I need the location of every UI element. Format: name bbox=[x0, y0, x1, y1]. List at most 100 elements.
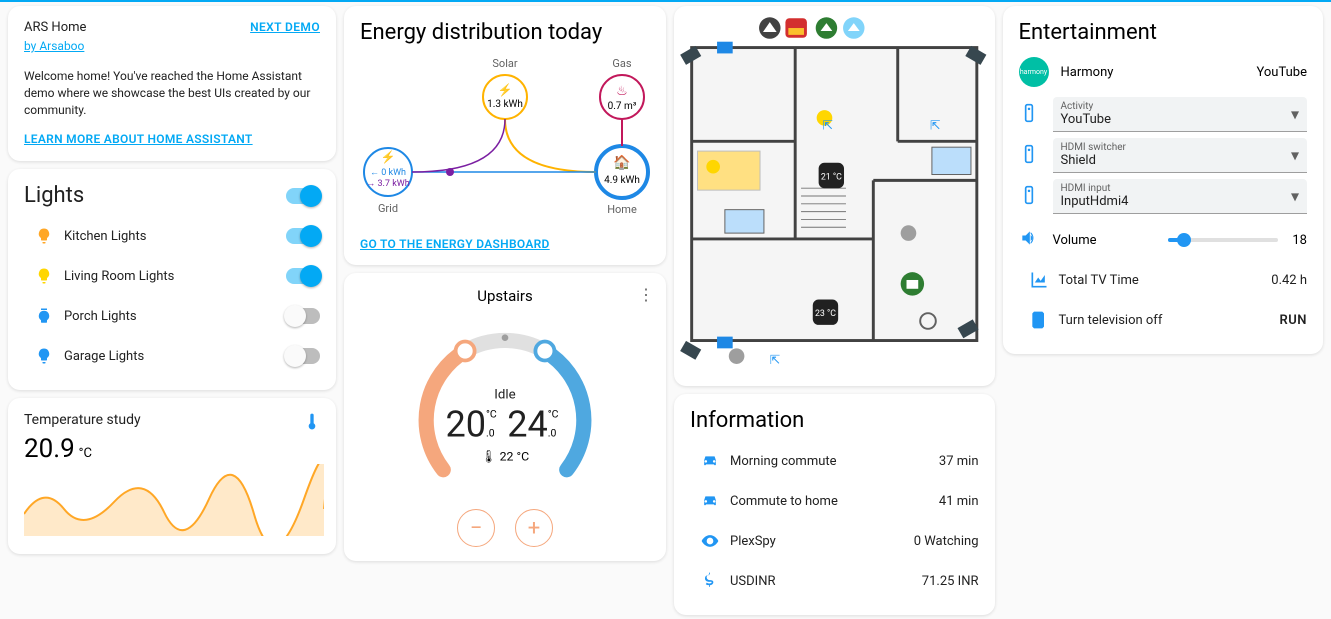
volume-icon bbox=[1019, 228, 1053, 252]
info-row[interactable]: Commute to home 41 min bbox=[690, 481, 979, 521]
information-title: Information bbox=[690, 408, 979, 433]
light-switch[interactable] bbox=[286, 268, 320, 284]
next-demo-button[interactable]: NEXT DEMO bbox=[250, 20, 320, 34]
svg-text:♨: ♨ bbox=[616, 84, 628, 99]
svg-text:.0: .0 bbox=[548, 427, 557, 440]
temperature-card[interactable]: Temperature study 20.9 °C bbox=[8, 398, 336, 554]
light-row: Living Room Lights bbox=[24, 256, 320, 296]
temperature-sparkline bbox=[24, 464, 324, 536]
svg-text:⚡: ⚡ bbox=[498, 83, 513, 97]
energy-card: Energy distribution today Solar ⚡ 1.3 kW… bbox=[344, 6, 666, 265]
volume-row: Volume 18 bbox=[1019, 220, 1308, 260]
lightbulb-icon bbox=[24, 307, 64, 325]
light-switch[interactable] bbox=[286, 308, 320, 324]
thermometer-icon bbox=[302, 412, 322, 436]
svg-text:.0: .0 bbox=[486, 427, 495, 440]
lights-master-switch[interactable] bbox=[286, 188, 320, 204]
remote-icon bbox=[1019, 144, 1053, 168]
energy-title: Energy distribution today bbox=[360, 20, 650, 45]
thermostat-name: Upstairs bbox=[360, 287, 650, 305]
svg-text:23 °C: 23 °C bbox=[815, 309, 836, 319]
light-label[interactable]: Living Room Lights bbox=[64, 269, 174, 284]
temperature-unit: °C bbox=[79, 446, 92, 461]
svg-text:← 0 kWh: ← 0 kWh bbox=[370, 168, 406, 178]
svg-text:🏠: 🏠 bbox=[613, 154, 630, 171]
entertainment-card: Entertainment harmony Harmony YouTube Ac… bbox=[1003, 6, 1324, 354]
lights-title: Lights bbox=[24, 183, 84, 208]
temperature-title: Temperature study bbox=[24, 412, 320, 428]
svg-text:4.9 kWh: 4.9 kWh bbox=[604, 175, 640, 186]
select-row: HDMI input InputHdmi4 ▾ bbox=[1019, 179, 1308, 214]
entertainment-title: Entertainment bbox=[1019, 20, 1308, 45]
tvtime-row[interactable]: Total TV Time 0.42 h bbox=[1019, 260, 1308, 300]
temp-up-button[interactable]: + bbox=[515, 509, 553, 547]
svg-text:⇱: ⇱ bbox=[930, 119, 941, 134]
svg-text:0.7 m³: 0.7 m³ bbox=[608, 101, 637, 112]
information-card: Information Morning commute 37 min Commu… bbox=[674, 394, 995, 615]
thermostat-dial[interactable]: Idle 20 °C .0 24 °C .0 🌡 22 °C bbox=[395, 313, 615, 503]
svg-text:1.3 kWh: 1.3 kWh bbox=[487, 99, 523, 110]
car-icon bbox=[690, 491, 730, 511]
chart-icon bbox=[1019, 270, 1059, 290]
select-row: Activity YouTube ▾ bbox=[1019, 97, 1308, 132]
info-row[interactable]: PlexSpy 0 Watching bbox=[690, 521, 979, 561]
thermostat-card: Upstairs ⋮ Idle 20 °C .0 24 °C .0 🌡 22 °… bbox=[344, 273, 666, 561]
chevron-down-icon: ▾ bbox=[1291, 105, 1299, 124]
svg-text:21 °C: 21 °C bbox=[821, 172, 842, 182]
temperature-value: 20.9 bbox=[24, 434, 75, 464]
svg-text:20: 20 bbox=[445, 404, 486, 446]
svg-text:Grid: Grid bbox=[378, 202, 398, 215]
light-label[interactable]: Porch Lights bbox=[64, 309, 137, 324]
svg-text:⇱: ⇱ bbox=[823, 119, 834, 134]
hdmi-input-select[interactable]: HDMI input InputHdmi4 ▾ bbox=[1053, 179, 1308, 214]
energy-dashboard-link[interactable]: GO TO THE ENERGY DASHBOARD bbox=[360, 237, 650, 251]
lightbulb-icon bbox=[24, 347, 64, 365]
volume-slider[interactable] bbox=[1168, 238, 1278, 242]
floorplan-card[interactable]: 21 °C 23 °C ⇱ ⇱ ⇱ bbox=[674, 6, 995, 386]
lightbulb-icon bbox=[24, 227, 64, 245]
more-icon[interactable]: ⋮ bbox=[638, 285, 654, 304]
eye-icon bbox=[690, 531, 730, 551]
svg-text:🌡 22 °C: 🌡 22 °C bbox=[481, 449, 529, 464]
harmony-badge: harmony bbox=[1019, 57, 1049, 87]
remote-icon bbox=[1019, 103, 1053, 127]
car-icon bbox=[690, 451, 730, 471]
svg-text:Idle: Idle bbox=[494, 388, 515, 403]
activity-select[interactable]: Activity YouTube ▾ bbox=[1053, 97, 1308, 132]
svg-text:⇱: ⇱ bbox=[770, 353, 781, 368]
svg-text:Home: Home bbox=[607, 203, 637, 216]
chevron-down-icon: ▾ bbox=[1291, 187, 1299, 206]
light-switch[interactable] bbox=[286, 348, 320, 364]
learn-more-link[interactable]: LEARN MORE ABOUT HOME ASSISTANT bbox=[24, 132, 253, 146]
info-row[interactable]: USDINR 71.25 INR bbox=[690, 561, 979, 601]
tvoff-row: Turn television off RUN bbox=[1019, 300, 1308, 340]
light-label[interactable]: Garage Lights bbox=[64, 349, 144, 364]
svg-text:°C: °C bbox=[486, 408, 497, 421]
light-row: Garage Lights bbox=[24, 336, 320, 376]
harmony-row[interactable]: harmony Harmony YouTube bbox=[1019, 57, 1308, 87]
dollar-icon bbox=[690, 571, 730, 591]
svg-text:⚡: ⚡ bbox=[381, 150, 396, 164]
svg-text:Solar: Solar bbox=[492, 57, 517, 70]
lightbulb-icon bbox=[24, 267, 64, 285]
select-row: HDMI switcher Shield ▾ bbox=[1019, 138, 1308, 173]
author-link[interactable]: by Arsaboo bbox=[24, 39, 84, 53]
light-label[interactable]: Kitchen Lights bbox=[64, 229, 146, 244]
run-button[interactable]: RUN bbox=[1280, 313, 1308, 328]
script-icon bbox=[1019, 310, 1059, 330]
light-row: Kitchen Lights bbox=[24, 216, 320, 256]
intro-card: ARS Home by Arsaboo NEXT DEMO Welcome ho… bbox=[8, 6, 336, 161]
svg-text:24: 24 bbox=[507, 404, 548, 446]
temp-down-button[interactable]: − bbox=[457, 509, 495, 547]
svg-text:→ 3.7 kWh: → 3.7 kWh bbox=[366, 179, 410, 189]
light-row: Porch Lights bbox=[24, 296, 320, 336]
hdmi-switcher-select[interactable]: HDMI switcher Shield ▾ bbox=[1053, 138, 1308, 173]
svg-text:Gas: Gas bbox=[612, 57, 631, 70]
chevron-down-icon: ▾ bbox=[1291, 146, 1299, 165]
remote-icon bbox=[1019, 185, 1053, 209]
lights-card: Lights Kitchen Lights Living Room Lights… bbox=[8, 169, 336, 390]
svg-text:°C: °C bbox=[548, 408, 559, 421]
energy-diagram: Solar ⚡ 1.3 kWh Gas ♨ 0.7 m³ ⚡ ← 0 kWh →… bbox=[360, 57, 650, 227]
info-row[interactable]: Morning commute 37 min bbox=[690, 441, 979, 481]
light-switch[interactable] bbox=[286, 228, 320, 244]
